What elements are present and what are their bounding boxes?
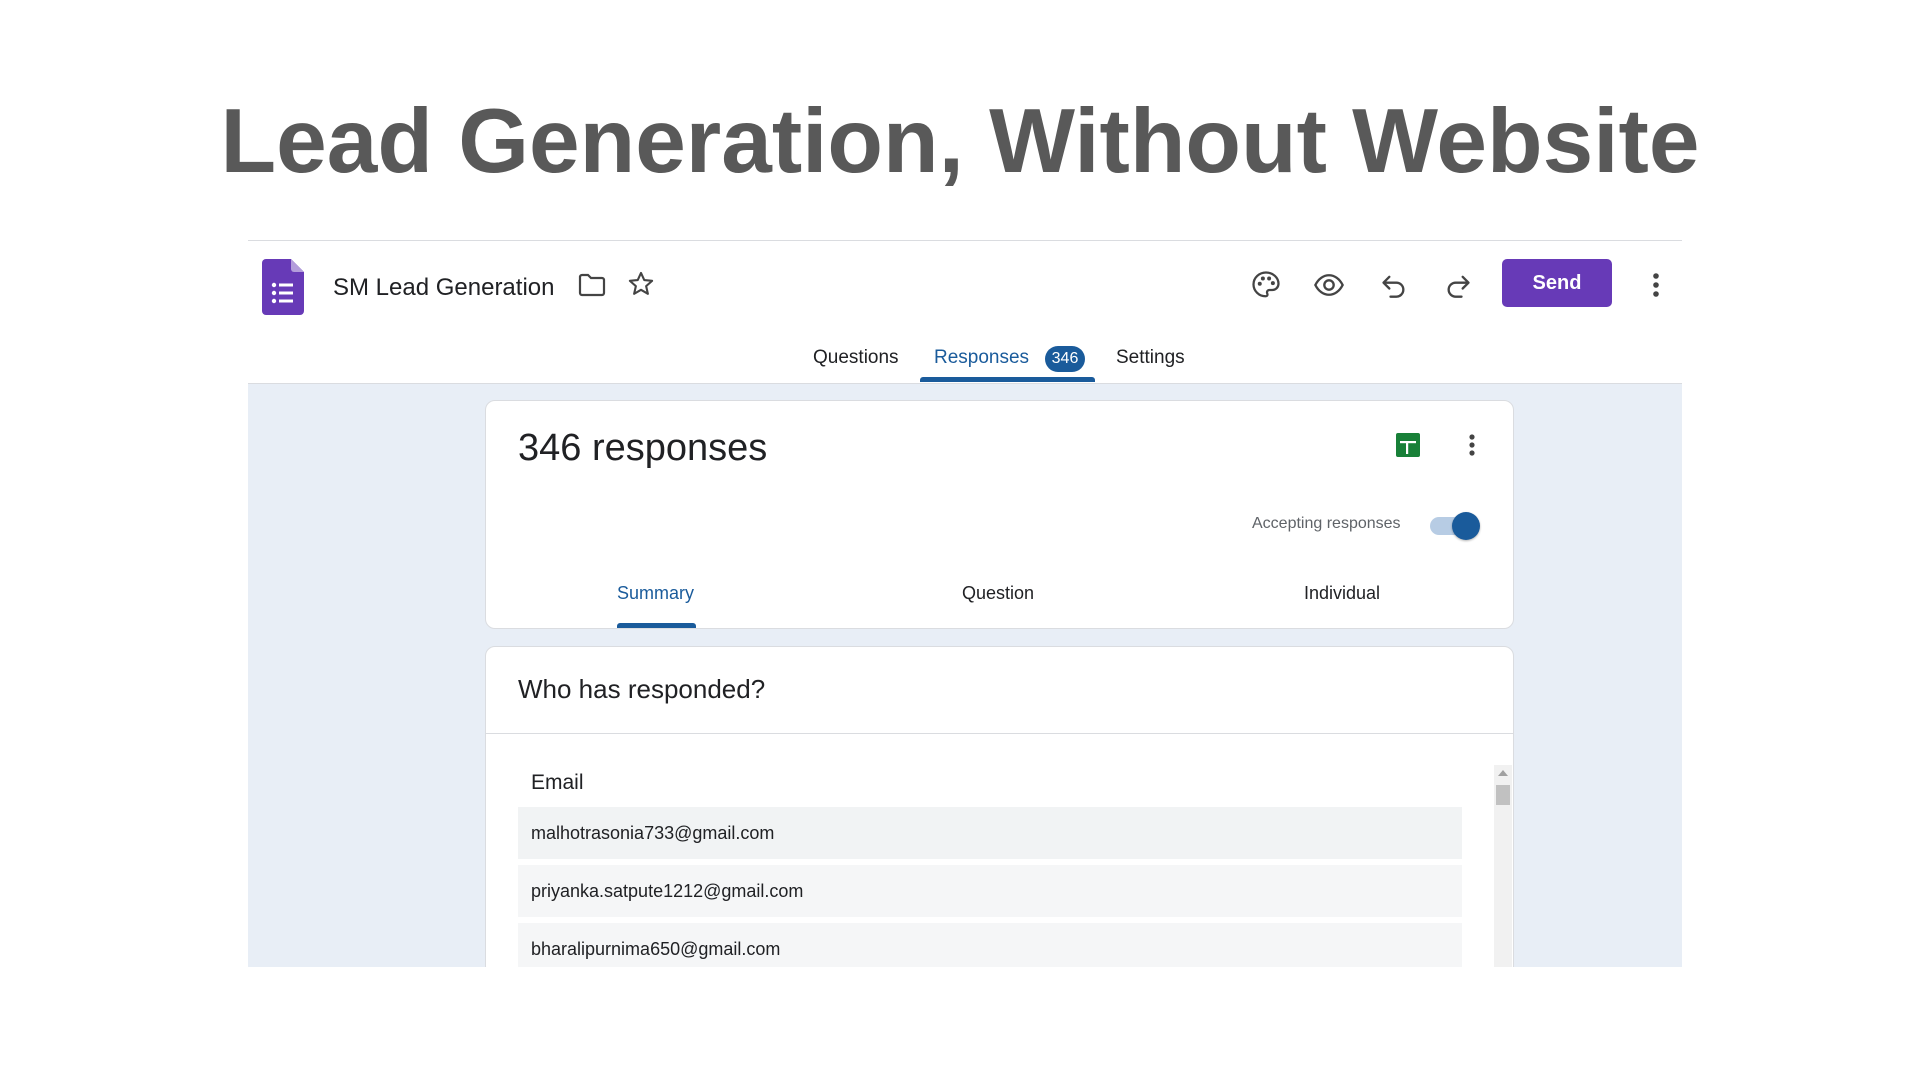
toggle-knob[interactable] <box>1452 512 1480 540</box>
tab-responses[interactable]: Responses <box>934 347 1029 369</box>
redo-icon[interactable] <box>1440 267 1476 303</box>
subtab-question[interactable]: Question <box>962 583 1034 604</box>
palette-icon[interactable] <box>1248 267 1284 303</box>
email-row: malhotrasonia733@gmail.com <box>518 807 1462 859</box>
email-row: bharalipurnima650@gmail.com <box>518 923 1462 967</box>
email-list-scrollbar[interactable] <box>1494 765 1512 967</box>
active-tab-indicator <box>920 377 1095 382</box>
who-responded-card: Who has responded? Email malhotrasonia73… <box>485 646 1514 967</box>
document-title[interactable]: SM Lead Generation <box>333 274 554 302</box>
accepting-responses-label: Accepting responses <box>1252 515 1401 532</box>
tab-settings[interactable]: Settings <box>1116 347 1185 369</box>
card-more-vert-icon[interactable] <box>1460 425 1484 465</box>
responses-count: 346 responses <box>518 427 768 469</box>
tab-questions[interactable]: Questions <box>813 347 899 369</box>
who-responded-heading: Who has responded? <box>518 674 766 704</box>
eye-icon[interactable] <box>1310 267 1348 303</box>
star-icon[interactable] <box>624 267 658 301</box>
more-vert-icon[interactable] <box>1644 263 1668 307</box>
slide-title: Lead Generation, Without Website <box>220 91 1700 192</box>
scroll-thumb[interactable] <box>1496 785 1510 805</box>
active-subtab-indicator <box>617 623 696 628</box>
sheets-icon[interactable] <box>1388 425 1428 465</box>
forms-app: SM Lead Generation Send Questions Respon… <box>248 240 1682 967</box>
scroll-up-arrow-icon[interactable] <box>1498 770 1508 776</box>
responses-summary-card: 346 responses Accepting responses Summar… <box>485 400 1514 629</box>
folder-icon[interactable] <box>576 269 608 301</box>
email-column-label: Email <box>531 771 584 794</box>
subtab-individual[interactable]: Individual <box>1304 583 1380 604</box>
undo-icon[interactable] <box>1376 267 1412 303</box>
forms-logo-icon[interactable] <box>262 259 304 315</box>
responses-count-badge: 346 <box>1045 346 1085 372</box>
subtab-summary[interactable]: Summary <box>617 583 694 604</box>
card-divider <box>486 733 1513 734</box>
send-button[interactable]: Send <box>1502 259 1612 307</box>
email-row: priyanka.satpute1212@gmail.com <box>518 865 1462 917</box>
top-bar: SM Lead Generation Send Questions Respon… <box>248 241 1682 384</box>
